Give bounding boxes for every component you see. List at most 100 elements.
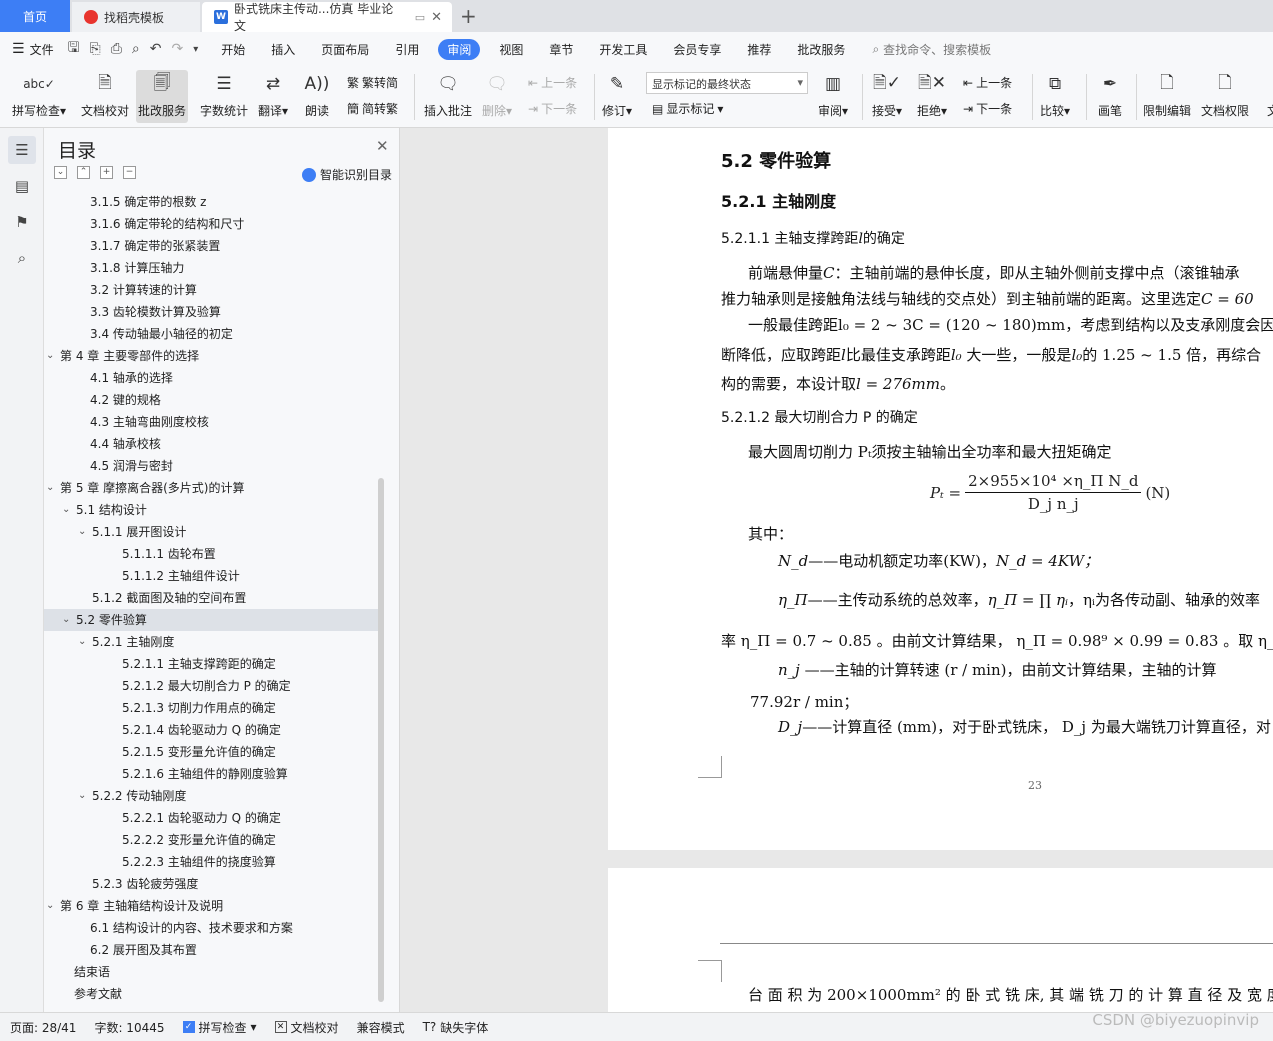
toc-item[interactable]: 5.2.1.4 齿轮驱动力 Q 的确定 (44, 719, 378, 741)
missing-font-button[interactable]: T? 缺失字体 (423, 1019, 489, 1036)
redo-icon[interactable]: ↷ (172, 41, 184, 57)
toc-item[interactable]: 4.3 主轴弯曲刚度校核 (44, 411, 378, 433)
toc-item[interactable]: 3.4 传动轴最小轴径的初定 (44, 323, 378, 345)
menu-view[interactable]: 视图 (499, 41, 523, 58)
compare-button[interactable]: ⧉ 比较▾ (1040, 70, 1070, 119)
toc-item[interactable]: ⌄ 5.2.1 主轴刚度 (44, 631, 378, 653)
toc-item[interactable]: 5.2.1.5 变形量允许值的确定 (44, 741, 378, 763)
chevron-down-icon[interactable]: ⌄ (78, 785, 92, 807)
toc-item[interactable]: 4.1 轴承的选择 (44, 367, 378, 389)
menu-review[interactable]: 审阅 (438, 38, 481, 60)
add-heading-icon[interactable]: + (100, 166, 113, 179)
restrict-edit-button[interactable]: 🗋 限制编辑 (1143, 70, 1191, 119)
toc-item[interactable]: ⌄ 5.2.2 传动轴刚度 (44, 785, 378, 807)
insert-comment-button[interactable]: 🗨 插入批注 (424, 70, 472, 119)
next-change-button[interactable]: ⇥ 下一条 (963, 100, 1012, 117)
undo-icon[interactable]: ↶ (150, 41, 162, 57)
spell-check-toggle[interactable]: ✓ 拼写检查 ▾ (182, 1019, 257, 1036)
toc-item[interactable]: 5.2.2.1 齿轮驱动力 Q 的确定 (44, 807, 378, 829)
translate-button[interactable]: ⇄ 翻译▾ (258, 70, 288, 119)
chevron-down-icon[interactable]: ⌄ (62, 499, 76, 521)
markup-display-select[interactable]: 显示标记的最终状态 (646, 72, 808, 94)
tab-document[interactable]: W 卧式铣床主传动...仿真 毕业论文 ▭ ✕ (202, 2, 452, 33)
chevron-down-icon[interactable]: ⌄ (46, 895, 60, 917)
new-tab-icon[interactable]: + (460, 4, 477, 28)
delete-comment-button[interactable]: 🗨 删除▾ (482, 70, 512, 119)
word-count-button[interactable]: ☰ 字数统计 (200, 70, 248, 119)
doc-proof-toggle[interactable]: ✕ 文档校对 (274, 1019, 339, 1036)
toc-item[interactable]: 4.4 轴承校核 (44, 433, 378, 455)
toc-scrollbar[interactable] (378, 478, 384, 1002)
toc-item[interactable]: ⌄ 第 5 章 摩擦离合器(多片式)的计算 (44, 477, 378, 499)
toc-item[interactable]: 3.3 齿轮模数计算及验算 (44, 301, 378, 323)
menu-section[interactable]: 章节 (549, 41, 573, 58)
chevron-down-icon[interactable]: ⌄ (46, 477, 60, 499)
toc-item[interactable]: 6.2 展开图及其布置 (44, 939, 378, 961)
expand-level-icon[interactable]: ⌃ (77, 166, 90, 179)
toc-item[interactable]: 3.1.8 计算压轴力 (44, 257, 378, 279)
toc-item[interactable]: ⌄ 5.1.1 展开图设计 (44, 521, 378, 543)
chevron-down-icon[interactable]: ⌄ (62, 609, 76, 631)
prev-change-button[interactable]: ⇤ 上一条 (963, 74, 1012, 91)
toc-item[interactable]: 5.2.2.3 主轴组件的挠度验算 (44, 851, 378, 873)
collapse-all-icon[interactable]: ⌄ (54, 166, 67, 179)
toc-item[interactable]: 5.1.1.1 齿轮布置 (44, 543, 378, 565)
chevron-down-icon[interactable]: ⌄ (46, 345, 60, 367)
menu-references[interactable]: 引用 (395, 41, 419, 58)
menu-recommend[interactable]: 推荐 (747, 41, 771, 58)
chapter-nav-icon[interactable]: ▤ (8, 172, 36, 200)
spell-check-button[interactable]: abc✓ 拼写检查▾ (12, 70, 66, 119)
toc-item[interactable]: 6.1 结构设计的内容、技术要求和方案 (44, 917, 378, 939)
chevron-down-icon[interactable]: ⌄ (78, 631, 92, 653)
toc-item[interactable]: 3.1.5 确定带的根数 z (44, 191, 378, 213)
toc-item-current[interactable]: ⌄ 5.2 零件验算 (44, 609, 378, 631)
toc-item[interactable]: 5.1.2 截面图及轴的空间布置 (44, 587, 378, 609)
export-pdf-icon[interactable]: ⎘ (90, 41, 101, 57)
remove-heading-icon[interactable]: − (123, 166, 136, 179)
toc-item[interactable]: 结束语 (44, 961, 378, 983)
toc-pane-icon[interactable]: ☰ (8, 136, 36, 164)
toc-item[interactable]: 5.2.2.2 变形量允许值的确定 (44, 829, 378, 851)
toc-item[interactable]: 3.2 计算转速的计算 (44, 279, 378, 301)
file-menu[interactable]: ☰ 文件 (12, 41, 54, 58)
pen-button[interactable]: ✒ 画笔 (1096, 70, 1124, 119)
doc-permission-button[interactable]: 🗋 文档权限 (1201, 70, 1249, 119)
command-search[interactable]: ⌕ 查找命令、搜索模板 (872, 41, 991, 58)
read-aloud-button[interactable]: A)) 朗读 (303, 70, 331, 119)
toc-item[interactable]: 4.2 键的规格 (44, 389, 378, 411)
menu-insert[interactable]: 插入 (271, 41, 295, 58)
search-icon[interactable]: ⌕ (8, 244, 36, 272)
more-dropdown-icon[interactable]: ▾ (193, 44, 198, 55)
toc-item[interactable]: 3.1.6 确定带轮的结构和尺寸 (44, 213, 378, 235)
overflow-button[interactable]: 文 (1259, 70, 1273, 119)
track-changes-button[interactable]: ✎ 修订▾ (602, 70, 632, 119)
toc-item[interactable]: 4.5 润滑与密封 (44, 455, 378, 477)
page-indicator[interactable]: 页面: 28/41 (10, 1019, 76, 1036)
tab-home[interactable]: 首页 (0, 0, 70, 32)
toc-item[interactable]: ⌄ 5.1 结构设计 (44, 499, 378, 521)
print-preview-icon[interactable]: ⌕ (132, 41, 140, 57)
toc-item[interactable]: 参考文献 (44, 983, 378, 1005)
toc-item[interactable]: 5.2.3 齿轮疲劳强度 (44, 873, 378, 895)
close-tab-icon[interactable]: ✕ (431, 10, 442, 25)
toc-item[interactable]: 5.2.1.6 主轴组件的静刚度验算 (44, 763, 378, 785)
toc-item[interactable]: ⌄ 第 4 章 主要零部件的选择 (44, 345, 378, 367)
save-icon[interactable]: 🖫 (68, 37, 80, 61)
menu-start[interactable]: 开始 (221, 41, 245, 58)
reject-button[interactable]: 🗎✕ 拒绝▾ (917, 70, 947, 119)
bookmark-icon[interactable]: ⚑ (8, 208, 36, 236)
tab-template[interactable]: 找稻壳模板 (72, 2, 200, 32)
window-mode-icon[interactable]: ▭ (415, 11, 425, 24)
smart-toc-button[interactable]: 智能识别目录 (302, 166, 392, 183)
menu-review-service[interactable]: 批改服务 (797, 41, 845, 58)
toc-item[interactable]: 5.2.1.2 最大切削合力 P 的确定 (44, 675, 378, 697)
close-icon[interactable]: ✕ (376, 137, 389, 155)
print-icon[interactable]: ⎙ (111, 41, 122, 57)
chevron-down-icon[interactable]: ⌄ (78, 521, 92, 543)
simp-to-trad-button[interactable]: 簡简转繁 (347, 100, 398, 117)
word-count-indicator[interactable]: 字数: 10445 (94, 1019, 164, 1036)
toc-item[interactable]: 5.2.1.3 切削力作用点的确定 (44, 697, 378, 719)
review-service-button[interactable]: 🗐 批改服务 (136, 70, 189, 123)
show-markup-button[interactable]: ▤ 显示标记 ▾ (652, 100, 723, 117)
toc-item[interactable]: 3.1.7 确定带的张紧装置 (44, 235, 378, 257)
